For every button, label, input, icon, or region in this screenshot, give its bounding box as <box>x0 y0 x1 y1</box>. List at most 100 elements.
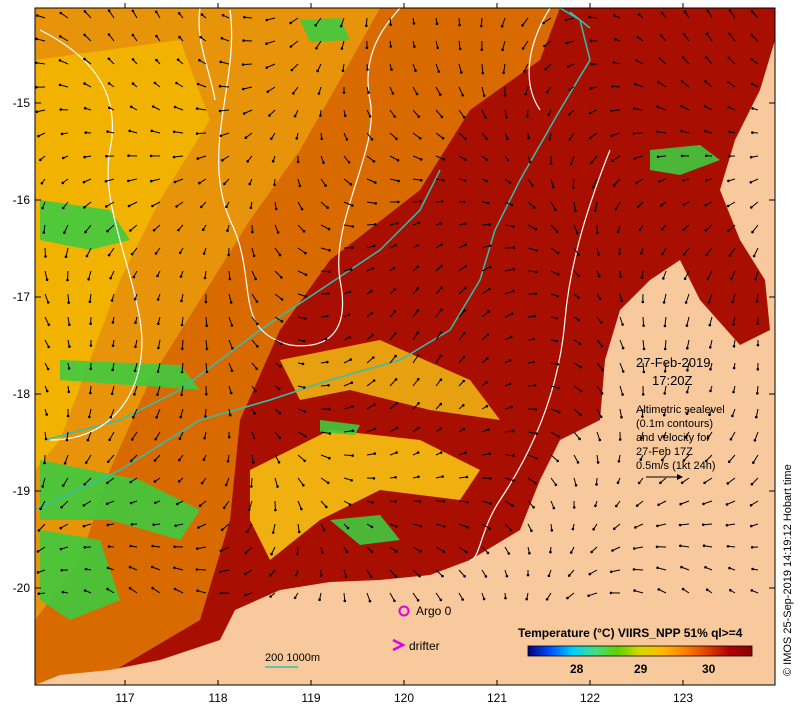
velocity-arrow-head <box>39 158 42 162</box>
velocity-arrow-head <box>753 439 757 442</box>
velocity-arrow-head <box>463 179 467 182</box>
velocity-arrow-head <box>351 225 355 228</box>
x-tick-label: 123 <box>673 691 693 705</box>
velocity-arrow-head <box>526 573 530 577</box>
velocity-arrow-head <box>548 137 551 141</box>
velocity-arrow-head <box>46 367 50 371</box>
velocity-arrow-head <box>752 254 756 258</box>
velocity-arrow-head <box>500 24 504 28</box>
velocity-arrow-head <box>318 598 321 601</box>
velocity-arrow-head <box>596 231 599 235</box>
velocity-arrow-head <box>555 230 559 233</box>
velocity-arrow-head <box>195 107 199 110</box>
velocity-arrow-head <box>579 413 582 417</box>
velocity-arrow-head <box>177 480 181 483</box>
velocity-arrow-head <box>589 136 592 140</box>
velocity-arrow-head <box>280 320 284 323</box>
velocity-arrow-head <box>41 485 44 488</box>
velocity-arrow <box>205 316 208 326</box>
velocity-arrow-head <box>321 551 324 554</box>
y-tick-label: -19 <box>13 484 31 498</box>
velocity-arrow-head <box>727 105 731 109</box>
velocity-arrow-head <box>463 137 467 140</box>
velocity-arrow-head <box>65 438 69 442</box>
velocity-arrow-head <box>280 276 283 279</box>
velocity-arrow-head <box>342 91 346 94</box>
velocity-arrow-head <box>314 23 318 27</box>
velocity-arrow-head <box>219 60 223 64</box>
velocity-arrow-head <box>324 337 328 341</box>
velocity-arrow-head <box>464 264 468 268</box>
velocity-arrow-head <box>156 298 160 301</box>
velocity-arrow-head <box>106 130 109 133</box>
velocity-arrow-head <box>488 527 491 530</box>
velocity-arrow-head <box>35 110 39 114</box>
velocity-arrow-head <box>534 407 538 411</box>
velocity-arrow-head <box>83 155 86 159</box>
velocity-arrow-head <box>204 415 207 418</box>
velocity-arrow-head <box>621 323 624 326</box>
velocity-arrow-head <box>642 370 646 374</box>
velocity-arrow-head <box>508 382 512 386</box>
velocity-arrow-head <box>278 253 282 257</box>
velocity-arrow-head <box>419 199 422 203</box>
velocity-arrow-head <box>152 228 156 232</box>
velocity-arrow-head <box>615 504 618 508</box>
velocity-arrow-head <box>227 253 230 257</box>
velocity-arrow-head <box>419 524 422 528</box>
velocity-arrow-head <box>289 21 292 25</box>
velocity-arrow-head <box>302 386 306 389</box>
velocity-arrow-head <box>610 134 613 138</box>
velocity-arrow-head <box>638 228 642 232</box>
velocity-arrow-head <box>84 230 87 234</box>
velocity-arrow-head <box>441 574 444 578</box>
velocity-arrow-head <box>397 179 400 183</box>
velocity-arrow-head <box>550 529 554 532</box>
velocity-arrow-head <box>276 231 280 234</box>
velocity-arrow-head <box>36 550 40 553</box>
velocity-arrow-head <box>662 301 666 304</box>
velocity-arrow-head <box>200 481 204 485</box>
velocity-arrow-head <box>436 46 440 50</box>
velocity-arrow-head <box>173 566 176 570</box>
velocity-arrow-head <box>229 301 233 304</box>
velocity-arrow-head <box>484 116 487 119</box>
velocity-arrow-head <box>614 207 618 211</box>
velocity-arrow-head <box>706 277 710 281</box>
velocity-arrow-head <box>110 392 114 396</box>
velocity-arrow-head <box>523 70 526 73</box>
velocity-arrow-head <box>133 297 137 301</box>
velocity-arrow-head <box>633 82 637 86</box>
velocity-arrow-head <box>88 415 91 419</box>
velocity-arrow-head <box>181 347 184 351</box>
velocity-arrow-head <box>611 85 614 88</box>
velocity-arrow-head <box>322 528 326 532</box>
velocity-arrow-head <box>316 69 319 73</box>
velocity-arrow-head <box>44 255 47 258</box>
velocity-arrow-head <box>107 82 111 85</box>
velocity-arrow-head <box>511 429 515 433</box>
velocity-arrow-head <box>88 300 92 304</box>
velocity-arrow-head <box>151 105 155 108</box>
velocity-arrow-head <box>489 502 492 505</box>
velocity-arrow-head <box>319 114 322 117</box>
velocity-arrow-head <box>244 593 247 597</box>
velocity-arrow-head <box>303 317 307 320</box>
velocity-arrow <box>243 63 253 66</box>
velocity-arrow-head <box>129 480 133 484</box>
velocity-arrow-head <box>439 451 443 454</box>
velocity-arrow-head <box>480 48 484 51</box>
velocity-arrow-head <box>732 366 736 370</box>
velocity-arrow-head <box>657 503 660 507</box>
velocity-arrow-head <box>704 55 708 59</box>
velocity-arrow-head <box>488 287 491 291</box>
velocity-arrow-head <box>682 228 686 231</box>
velocity-arrow-head <box>419 158 423 161</box>
velocity-arrow-head <box>636 35 640 39</box>
velocity-arrow-head <box>157 346 160 350</box>
altimetry-line-2: (0.1m contours) <box>636 418 713 430</box>
velocity-arrow-head <box>218 84 222 88</box>
velocity-arrow <box>181 339 184 349</box>
velocity-arrow-head <box>508 181 512 185</box>
velocity-arrow-head <box>599 321 603 324</box>
